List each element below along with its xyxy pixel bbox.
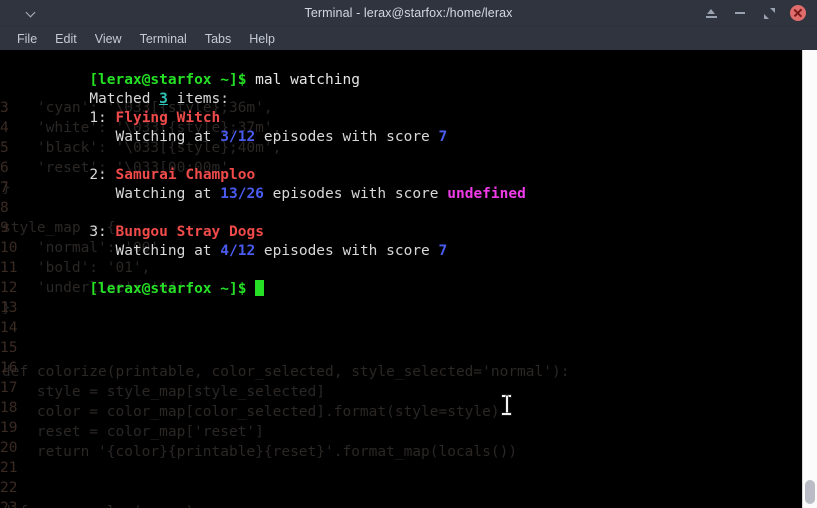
- status-prefix: Watching at: [89, 129, 221, 146]
- menu-item-edit[interactable]: Edit: [46, 30, 86, 48]
- terminal-output: [lerax@starfox ~]$ mal watching Matched …: [0, 50, 802, 508]
- maximize-button[interactable]: [761, 5, 777, 21]
- chevron-down-icon[interactable]: [26, 8, 36, 18]
- minimize-button[interactable]: [732, 5, 748, 21]
- status-mid: episodes with score: [255, 243, 439, 260]
- episode-progress: 4/12: [220, 243, 256, 260]
- window-title: Terminal - lerax@starfox:/home/lerax: [304, 6, 513, 20]
- status-mid: episodes with score: [263, 186, 448, 203]
- score-value: 7: [438, 129, 448, 146]
- close-button[interactable]: [790, 5, 806, 21]
- score-value: undefined: [447, 186, 526, 203]
- shell-prompt: [lerax@starfox ~]$: [89, 281, 256, 298]
- status-mid: episodes with score: [255, 129, 439, 146]
- typed-command: mal watching: [246, 72, 360, 89]
- eject-icon: [705, 8, 717, 18]
- menu-item-tabs[interactable]: Tabs: [196, 30, 240, 48]
- terminal-area: 'cyan': '\033[{style};36m', 'white': '\0…: [0, 50, 817, 508]
- terminal-screen[interactable]: 'cyan': '\033[{style};36m', 'white': '\0…: [0, 50, 802, 508]
- status-prefix: Watching at: [89, 186, 221, 203]
- menu-item-view[interactable]: View: [86, 30, 131, 48]
- terminal-window: Terminal - lerax@starfox:/home/lerax Fil…: [0, 0, 817, 508]
- scrollbar-thumb[interactable]: [805, 480, 815, 504]
- terminal-scrollbar[interactable]: [802, 50, 817, 508]
- episode-progress: 3/12: [220, 129, 256, 146]
- shade-window-button[interactable]: [703, 5, 719, 21]
- status-prefix: Watching at: [89, 243, 221, 260]
- maximize-icon: [763, 7, 775, 19]
- text-cursor: [255, 280, 265, 297]
- minimize-icon: [735, 12, 745, 14]
- window-menu-button[interactable]: [0, 8, 60, 18]
- menu-item-file[interactable]: File: [8, 30, 46, 48]
- menu-item-terminal[interactable]: Terminal: [131, 30, 196, 48]
- menu-item-help[interactable]: Help: [240, 30, 284, 48]
- close-icon: [790, 5, 806, 21]
- active-prompt-line[interactable]: [lerax@starfox ~]$: [2, 261, 265, 319]
- episode-progress: 13/26: [220, 186, 264, 203]
- score-value: 7: [438, 243, 448, 260]
- menu-bar: File Edit View Terminal Tabs Help: [0, 27, 817, 50]
- window-controls: [703, 5, 817, 21]
- title-bar[interactable]: Terminal - lerax@starfox:/home/lerax: [0, 0, 817, 27]
